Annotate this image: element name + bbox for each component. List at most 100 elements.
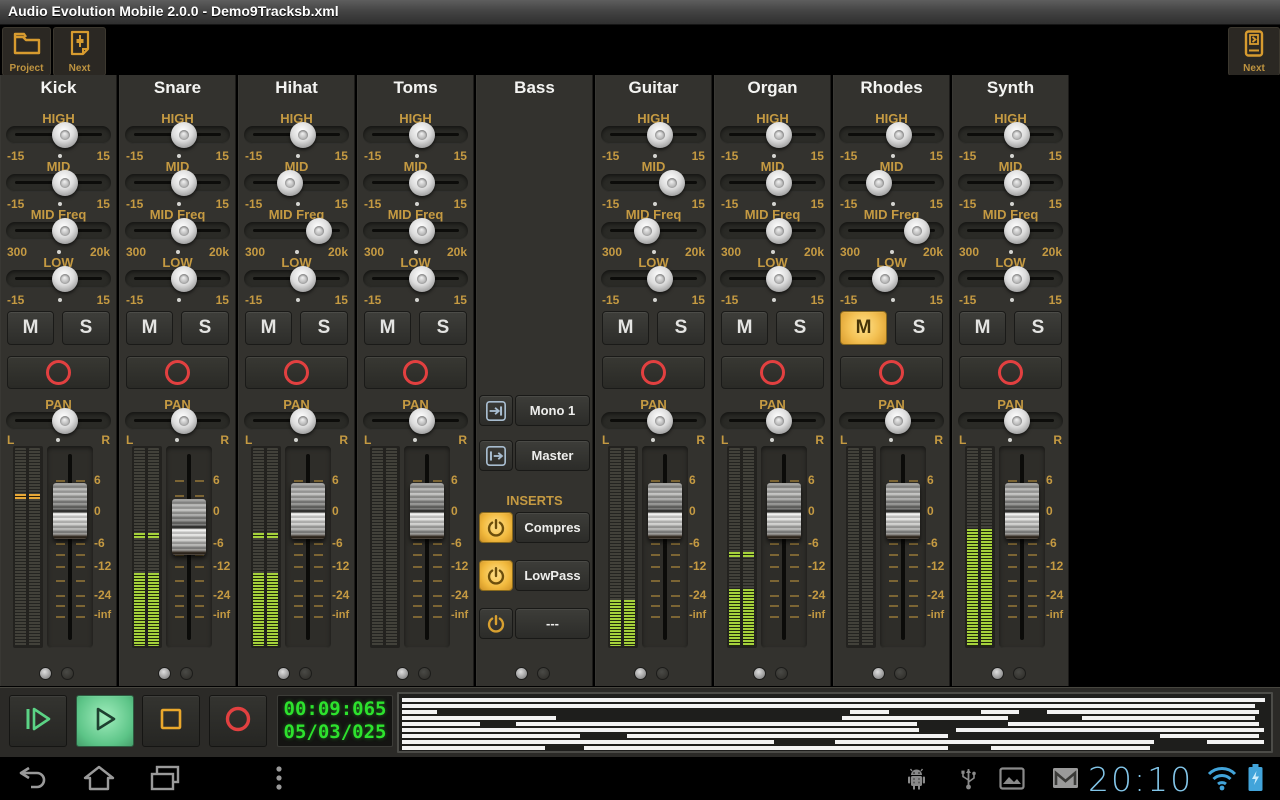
slider-knob[interactable] (171, 122, 197, 148)
slider-knob[interactable] (1004, 218, 1030, 244)
volume-fader-handle[interactable] (410, 483, 444, 539)
slider-knob[interactable] (1004, 266, 1030, 292)
midfreq-slider[interactable] (363, 221, 468, 241)
pan-slider[interactable] (601, 411, 706, 431)
pan-slider[interactable] (125, 411, 230, 431)
high-slider[interactable] (720, 125, 825, 145)
low-slider[interactable] (720, 269, 825, 289)
low-slider[interactable] (363, 269, 468, 289)
slider-knob[interactable] (885, 408, 911, 434)
record-arm-button[interactable] (126, 356, 229, 389)
mute-button[interactable]: M (721, 311, 768, 345)
pan-slider[interactable] (958, 411, 1063, 431)
solo-button[interactable]: S (419, 311, 467, 345)
slider-knob[interactable] (290, 122, 316, 148)
slider-knob[interactable] (886, 122, 912, 148)
slider-knob[interactable] (1004, 170, 1030, 196)
play-button[interactable] (76, 695, 134, 747)
mid-slider[interactable] (244, 173, 349, 193)
slider-knob[interactable] (659, 170, 685, 196)
pan-slider[interactable] (839, 411, 944, 431)
mute-button[interactable]: M (7, 311, 54, 345)
input-routing-button[interactable]: Mono 1 (479, 395, 590, 426)
midfreq-slider[interactable] (6, 221, 111, 241)
volume-fader-handle[interactable] (53, 483, 87, 539)
low-slider[interactable] (958, 269, 1063, 289)
next-screen-button-right[interactable]: Next (1228, 27, 1280, 76)
low-slider[interactable] (125, 269, 230, 289)
slider-knob[interactable] (171, 266, 197, 292)
mute-button[interactable]: M (245, 311, 292, 345)
slider-knob[interactable] (171, 408, 197, 434)
slider-knob[interactable] (647, 122, 673, 148)
solo-button[interactable]: S (181, 311, 229, 345)
mid-slider[interactable] (839, 173, 944, 193)
high-slider[interactable] (958, 125, 1063, 145)
slider-knob[interactable] (872, 266, 898, 292)
slider-knob[interactable] (409, 122, 435, 148)
mid-slider[interactable] (363, 173, 468, 193)
midfreq-slider[interactable] (839, 221, 944, 241)
slider-knob[interactable] (647, 408, 673, 434)
slider-knob[interactable] (52, 170, 78, 196)
slider-knob[interactable] (647, 266, 673, 292)
midfreq-slider[interactable] (244, 221, 349, 241)
insert-power-toggle[interactable] (479, 512, 513, 543)
solo-button[interactable]: S (1014, 311, 1062, 345)
midfreq-slider[interactable] (958, 221, 1063, 241)
slider-knob[interactable] (52, 218, 78, 244)
record-arm-button[interactable] (602, 356, 705, 389)
volume-fader-handle[interactable] (648, 483, 682, 539)
home-button[interactable] (82, 763, 116, 798)
high-slider[interactable] (601, 125, 706, 145)
volume-fader-handle[interactable] (291, 483, 325, 539)
mid-slider[interactable] (125, 173, 230, 193)
low-slider[interactable] (6, 269, 111, 289)
slider-knob[interactable] (290, 408, 316, 434)
slider-knob[interactable] (171, 170, 197, 196)
slider-knob[interactable] (409, 266, 435, 292)
record-button[interactable] (209, 695, 267, 747)
slider-knob[interactable] (52, 122, 78, 148)
volume-fader-handle[interactable] (172, 499, 206, 555)
recents-button[interactable] (148, 763, 182, 798)
high-slider[interactable] (125, 125, 230, 145)
slider-knob[interactable] (766, 218, 792, 244)
slider-knob[interactable] (1004, 122, 1030, 148)
record-arm-button[interactable] (364, 356, 467, 389)
slider-knob[interactable] (306, 218, 332, 244)
mute-button[interactable]: M (959, 311, 1006, 345)
mute-button[interactable]: M (364, 311, 411, 345)
low-slider[interactable] (839, 269, 944, 289)
back-button[interactable] (16, 763, 50, 798)
menu-button[interactable] (272, 763, 286, 800)
project-button[interactable]: Project (2, 27, 51, 76)
slider-knob[interactable] (290, 266, 316, 292)
slider-knob[interactable] (766, 122, 792, 148)
slider-knob[interactable] (409, 218, 435, 244)
slider-knob[interactable] (171, 218, 197, 244)
solo-button[interactable]: S (62, 311, 110, 345)
high-slider[interactable] (363, 125, 468, 145)
pan-slider[interactable] (6, 411, 111, 431)
arrangement-overview[interactable] (397, 692, 1273, 753)
slider-knob[interactable] (904, 218, 930, 244)
low-slider[interactable] (601, 269, 706, 289)
slider-knob[interactable] (277, 170, 303, 196)
solo-button[interactable]: S (657, 311, 705, 345)
insert-effect-button[interactable]: --- (515, 608, 590, 639)
record-arm-button[interactable] (721, 356, 824, 389)
record-arm-button[interactable] (959, 356, 1062, 389)
mid-slider[interactable] (6, 173, 111, 193)
midfreq-slider[interactable] (125, 221, 230, 241)
insert-power-toggle[interactable] (479, 560, 513, 591)
insert-power-toggle[interactable] (479, 608, 513, 639)
volume-fader-handle[interactable] (886, 483, 920, 539)
high-slider[interactable] (244, 125, 349, 145)
mute-button[interactable]: M (126, 311, 173, 345)
solo-button[interactable]: S (895, 311, 943, 345)
slider-knob[interactable] (766, 408, 792, 434)
mid-slider[interactable] (958, 173, 1063, 193)
stop-button[interactable] (142, 695, 200, 747)
next-screen-button-left[interactable]: Next (53, 27, 106, 76)
